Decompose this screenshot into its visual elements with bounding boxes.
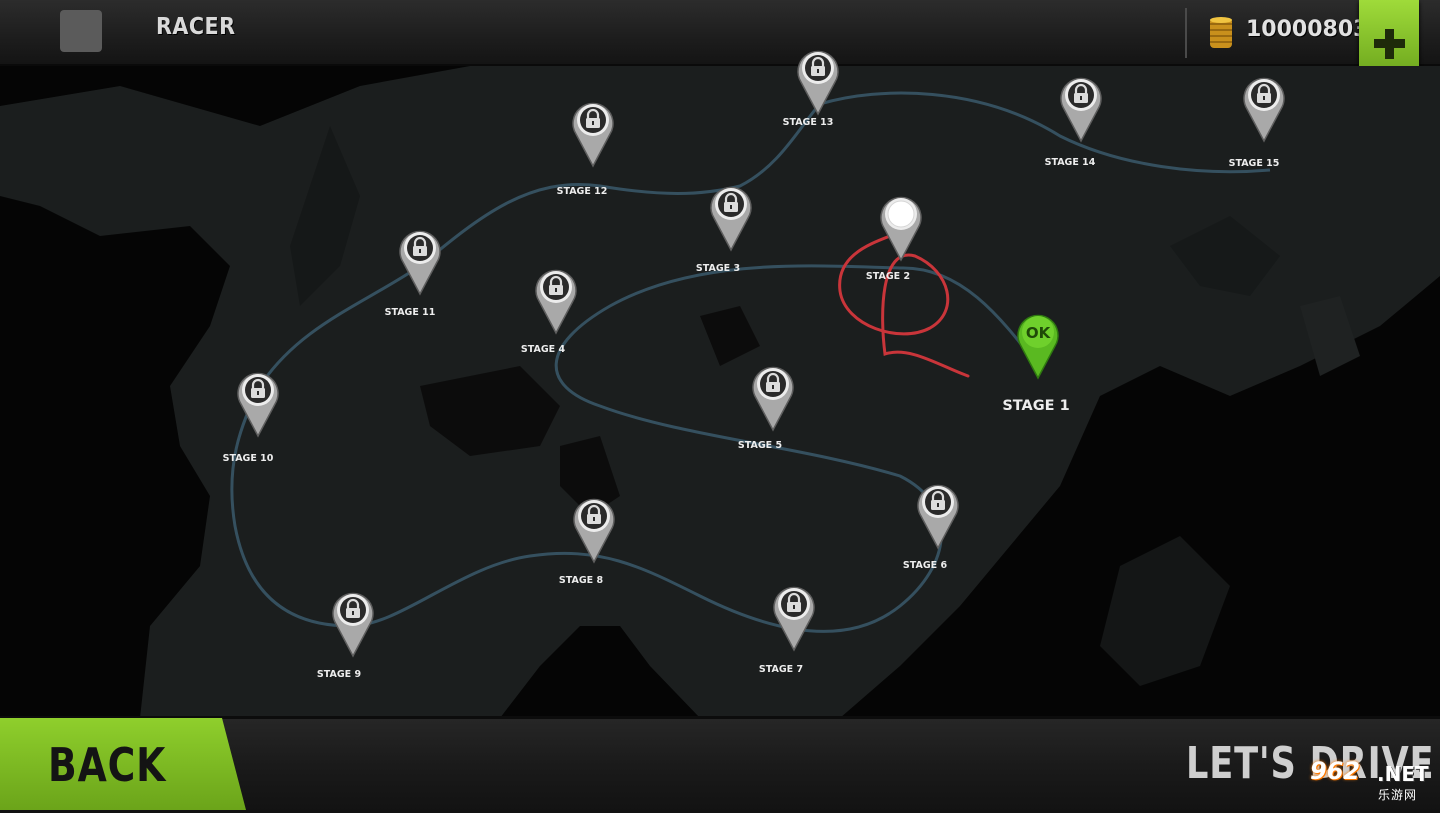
stage-pin-6[interactable]: [915, 480, 961, 550]
watermark-subtitle: 乐游网: [1378, 788, 1418, 802]
watermark-number: 962: [1310, 757, 1361, 785]
padlock-icon: [1068, 82, 1094, 108]
padlock-icon: [1251, 82, 1277, 108]
stage-pin-3[interactable]: [708, 182, 754, 252]
stage-label-11: STAGE 11: [384, 307, 436, 318]
padlock-icon: [580, 107, 606, 133]
padlock-icon: [407, 235, 433, 261]
player-name: RACER: [156, 14, 236, 40]
header-divider: [1185, 8, 1187, 58]
plus-icon: [1374, 29, 1405, 59]
padlock-icon: [925, 489, 951, 515]
stage-pin-13[interactable]: [795, 46, 841, 116]
padlock-icon: [718, 191, 744, 217]
ok-badge: OK: [1026, 324, 1052, 342]
padlock-icon: [760, 371, 786, 397]
padlock-icon: [781, 591, 807, 617]
stage-label-3: STAGE 3: [695, 263, 741, 274]
player-avatar[interactable]: [60, 10, 102, 52]
stage-pin-10[interactable]: [235, 368, 281, 438]
padlock-icon: [805, 55, 831, 81]
stage-label-6: STAGE 6: [902, 560, 948, 571]
add-coins-button[interactable]: [1359, 0, 1419, 74]
watermark-suffix: .NET: [1377, 762, 1429, 786]
stage-label-15: STAGE 15: [1228, 158, 1280, 169]
stage-pin-8[interactable]: [571, 494, 617, 564]
ok-badge-text: OK: [1026, 324, 1052, 342]
padlock-icon: [245, 377, 271, 403]
padlock-icon: [543, 274, 569, 300]
stage-pin-2[interactable]: [878, 192, 924, 262]
stage-pin-11[interactable]: [397, 226, 443, 296]
world-map: OK STAGE 1 STAGE 2 STAGE 3 STAGE 4 STAGE 5 STA…: [0, 50, 1440, 718]
stage-label-2: STAGE 2: [865, 271, 911, 282]
stage-label-4: STAGE 4: [520, 344, 566, 355]
map-background: [0, 66, 1440, 718]
stage-pin-15[interactable]: [1241, 73, 1287, 143]
stage-label-7: STAGE 7: [758, 664, 804, 675]
stage-pin-5[interactable]: [750, 362, 796, 432]
stage-pin-4[interactable]: [533, 265, 579, 335]
stage-pin-9[interactable]: [330, 588, 376, 658]
padlock-icon: [340, 597, 366, 623]
stage-pin-1[interactable]: OK: [1015, 310, 1061, 380]
stage-label-8: STAGE 8: [558, 575, 604, 586]
stage-pin-7[interactable]: [771, 582, 817, 652]
stage-label-1: STAGE 1: [1002, 398, 1070, 414]
stage-label-9: STAGE 9: [316, 669, 362, 680]
coin-stack-icon: [1210, 17, 1232, 48]
stage-label-10: STAGE 10: [222, 453, 274, 464]
current-stage-dot-icon: [887, 200, 915, 228]
stage-pin-12[interactable]: [570, 98, 616, 168]
stage-label-12: STAGE 12: [556, 186, 608, 197]
back-button-label[interactable]: BACK: [48, 738, 166, 792]
stage-label-14: STAGE 14: [1044, 157, 1096, 168]
stage-label-13: STAGE 13: [782, 117, 834, 128]
padlock-icon: [581, 503, 607, 529]
stage-label-5: STAGE 5: [737, 440, 783, 451]
stage-pin-14[interactable]: [1058, 73, 1104, 143]
